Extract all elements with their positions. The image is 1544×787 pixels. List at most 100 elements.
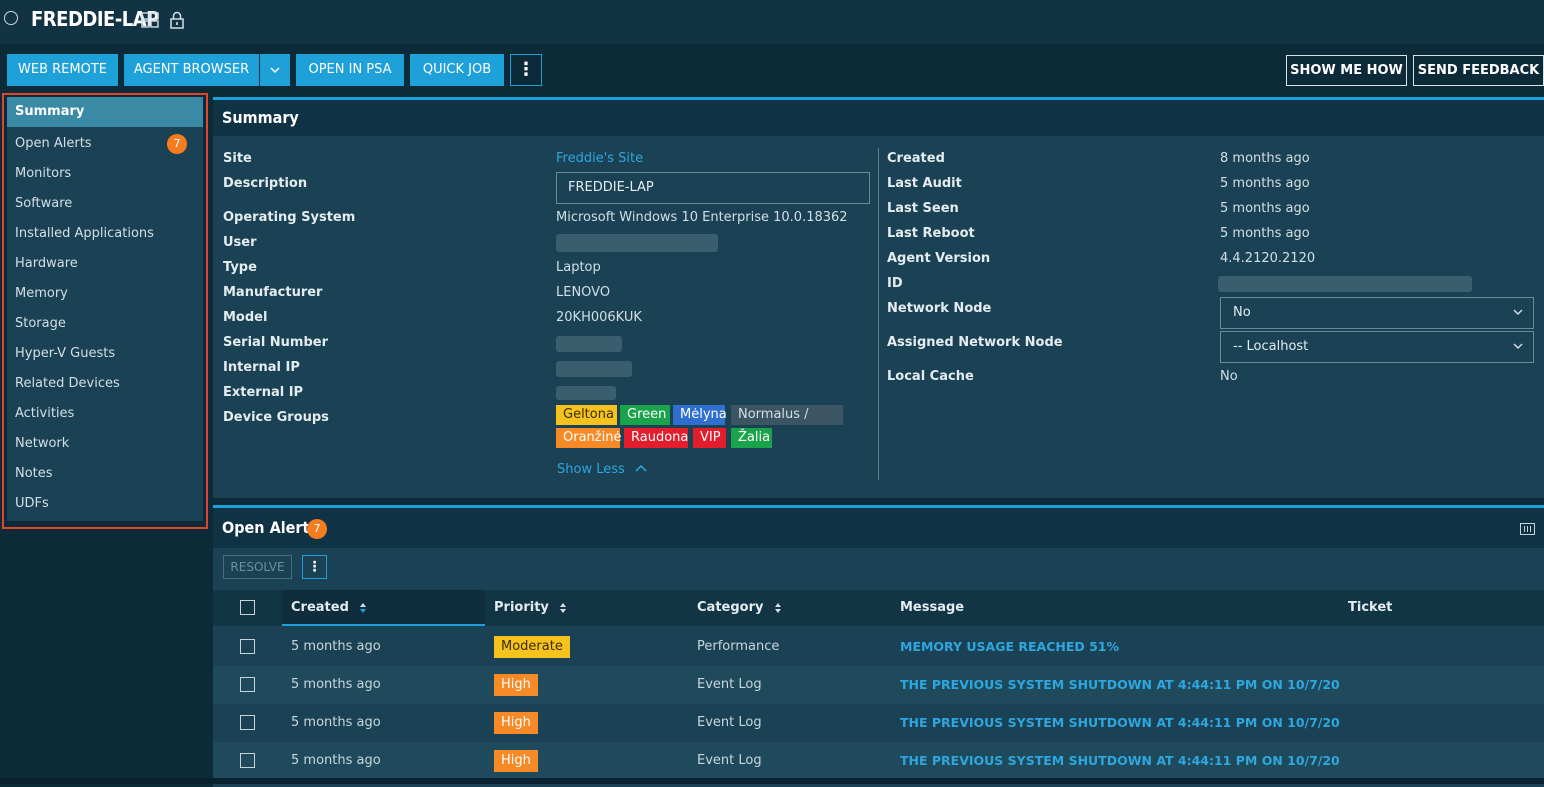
agent-version-value: 4.4.2120.2120 <box>1220 251 1316 266</box>
table-row[interactable] <box>213 666 1544 704</box>
sidebar-item-installed-applications[interactable]: Installed Applications <box>7 219 203 249</box>
sidebar-item-label: Summary <box>15 104 85 119</box>
manufacturer-label: Manufacturer <box>223 285 323 300</box>
sidebar-item-summary[interactable]: Summary <box>7 97 203 127</box>
sidebar-item-activities[interactable]: Activities <box>7 399 203 429</box>
row-checkbox[interactable] <box>240 639 255 654</box>
more-actions-button[interactable]: ⋮ <box>510 54 542 86</box>
sidebar-item-storage[interactable]: Storage <box>7 309 203 339</box>
sidebar-item-label: Open Alerts <box>15 136 92 151</box>
chevron-up-icon <box>635 464 647 472</box>
lock-icon[interactable] <box>168 11 186 29</box>
column-created[interactable]: Created <box>291 590 367 626</box>
bottom-strip <box>0 778 1544 784</box>
column-created-label: Created <box>291 600 349 615</box>
sidebar-item-related-devices[interactable]: Related Devices <box>7 369 203 399</box>
last-audit-value: 5 months ago <box>1220 176 1310 191</box>
serial-label: Serial Number <box>223 335 329 350</box>
user-label: User <box>223 235 257 250</box>
agent-browser-dropdown[interactable] <box>260 54 290 86</box>
device-group-tag[interactable]: Žalia <box>731 428 772 448</box>
local-cache-value: No <box>1220 369 1238 384</box>
row-checkbox[interactable] <box>240 753 255 768</box>
device-group-tag[interactable]: Green <box>620 405 670 425</box>
alert-category: Event Log <box>697 715 762 730</box>
last-audit-label: Last Audit <box>887 176 962 191</box>
device-group-tag[interactable]: Normalus / Pilka <box>731 405 843 442</box>
device-group-tag[interactable]: Mėlyna <box>673 405 727 425</box>
alert-message-link[interactable]: THE PREVIOUS SYSTEM SHUTDOWN AT 4:44:11 … <box>900 742 1340 780</box>
sidebar-item-hardware[interactable]: Hardware <box>7 249 203 279</box>
sidebar-item-software[interactable]: Software <box>7 189 203 219</box>
alerts-more-button[interactable]: ⋮ <box>302 555 327 579</box>
column-chooser-icon[interactable] <box>1520 523 1535 535</box>
sidebar-item-network[interactable]: Network <box>7 429 203 459</box>
alert-created: 5 months ago <box>291 639 381 654</box>
description-label: Description <box>223 176 308 191</box>
alert-message-link[interactable]: THE PREVIOUS SYSTEM SHUTDOWN AT 4:44:11 … <box>900 704 1340 742</box>
row-checkbox[interactable] <box>240 715 255 730</box>
priority-badge: High <box>494 750 538 772</box>
sidebar-item-monitors[interactable]: Monitors <box>7 159 203 189</box>
description-field[interactable]: FREDDIE-LAP <box>556 172 870 204</box>
column-ticket[interactable]: Ticket <box>1348 590 1392 626</box>
type-label: Type <box>223 260 257 275</box>
device-groups-label: Device Groups <box>223 410 329 425</box>
quick-job-button[interactable]: QUICK JOB <box>410 54 504 86</box>
resolve-button[interactable]: RESOLVE <box>223 555 292 579</box>
model-value: 20KH006KUK <box>556 310 642 325</box>
summary-header: Summary <box>213 100 1544 136</box>
table-row[interactable] <box>213 742 1544 780</box>
sidebar-item-memory[interactable]: Memory <box>7 279 203 309</box>
sidebar-item-open-alerts[interactable]: Open Alerts 7 <box>7 129 203 159</box>
table-row[interactable] <box>213 628 1544 666</box>
table-row[interactable] <box>213 704 1544 742</box>
priority-badge: Moderate <box>494 636 570 658</box>
assigned-node-select[interactable]: -- Localhost <box>1220 331 1534 363</box>
site-link[interactable]: Freddie's Site <box>556 151 643 166</box>
device-group-tag[interactable]: Geltona <box>556 405 617 425</box>
device-group-tag[interactable]: Raudona <box>624 428 688 448</box>
sidebar-item-label: Hyper-V Guests <box>15 346 116 361</box>
column-message[interactable]: Message <box>900 590 964 626</box>
select-all-checkbox[interactable] <box>240 600 255 615</box>
sidebar-item-notes[interactable]: Notes <box>7 459 203 489</box>
device-group-tag[interactable]: VIP <box>693 428 726 448</box>
column-priority[interactable]: Priority <box>494 590 567 626</box>
last-reboot-label: Last Reboot <box>887 226 975 241</box>
alerts-header: Open Alerts 7 <box>213 508 1544 548</box>
priority-badge: High <box>494 674 538 696</box>
agent-version-label: Agent Version <box>887 251 991 266</box>
alert-created: 5 months ago <box>291 677 381 692</box>
sidebar: Summary Open Alerts 7 Monitors Software Insta… <box>7 97 203 521</box>
created-label: Created <box>887 151 945 166</box>
alert-message-link[interactable]: THE PREVIOUS SYSTEM SHUTDOWN AT 4:44:11 … <box>900 666 1340 704</box>
last-seen-label: Last Seen <box>887 201 959 216</box>
show-less-link[interactable]: Show Less <box>557 462 647 477</box>
agent-browser-button[interactable]: AGENT BROWSER <box>124 54 259 86</box>
chevron-down-icon <box>270 66 280 73</box>
device-group-tag[interactable]: Oranžinė <box>556 428 621 448</box>
assigned-node-label: Assigned Network Node <box>887 335 1063 350</box>
sidebar-item-udfs[interactable]: UDFs <box>7 489 203 519</box>
column-category[interactable]: Category <box>697 590 782 626</box>
network-node-value: No <box>1233 305 1251 320</box>
web-remote-button[interactable]: WEB REMOTE <box>7 54 118 86</box>
windows-icon <box>141 12 159 28</box>
chevron-down-icon <box>1513 343 1523 349</box>
network-node-select[interactable]: No <box>1220 297 1534 329</box>
sidebar-item-hyper-v-guests[interactable]: Hyper-V Guests <box>7 339 203 369</box>
os-label: Operating System <box>223 210 356 225</box>
show-less-label: Show Less <box>557 462 625 477</box>
open-in-psa-button[interactable]: OPEN IN PSA <box>296 54 404 86</box>
assigned-node-value: -- Localhost <box>1233 339 1309 354</box>
created-value: 8 months ago <box>1220 151 1310 166</box>
user-value-redacted <box>556 234 718 252</box>
show-me-how-button[interactable]: SHOW ME HOW <box>1286 55 1407 86</box>
row-checkbox[interactable] <box>240 677 255 692</box>
id-value-redacted <box>1218 276 1472 292</box>
internal-ip-label: Internal IP <box>223 360 300 375</box>
alert-message-link[interactable]: MEMORY USAGE REACHED 51% <box>900 628 1119 666</box>
send-feedback-button[interactable]: SEND FEEDBACK <box>1413 55 1544 86</box>
local-cache-label: Local Cache <box>887 369 974 384</box>
